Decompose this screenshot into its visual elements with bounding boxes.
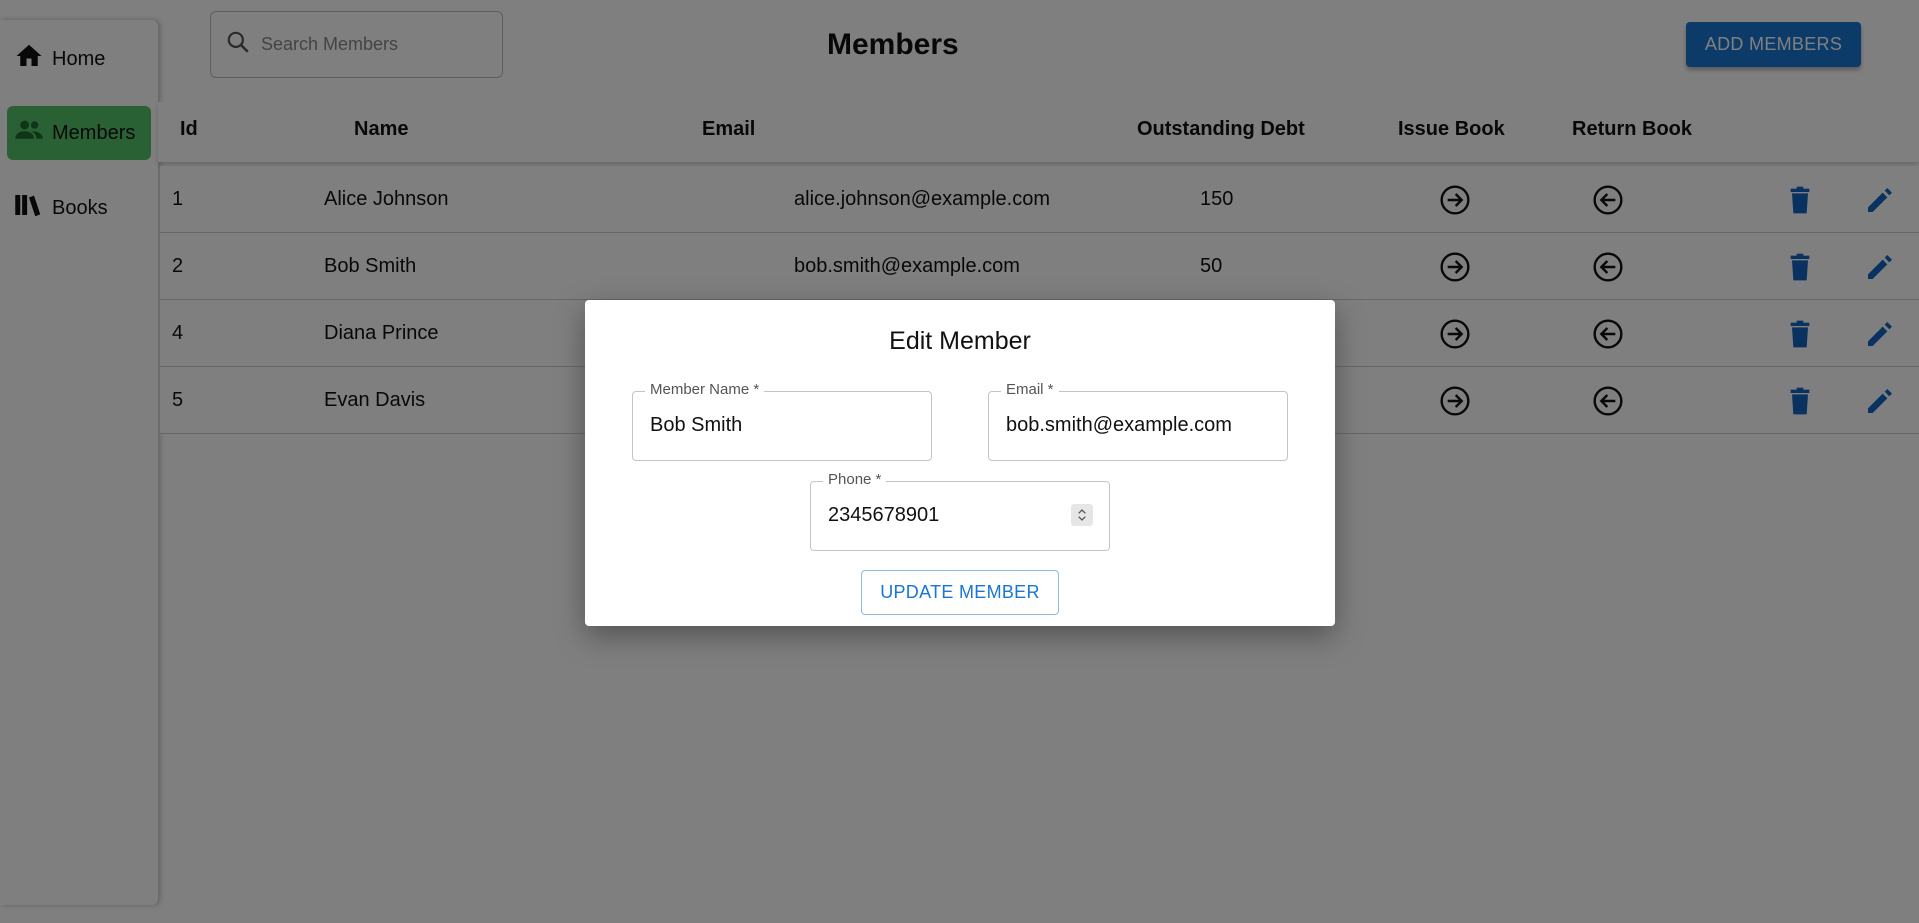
member-name-input[interactable]: [650, 414, 890, 437]
email-field[interactable]: Email *: [988, 381, 1288, 461]
email-label: Email *: [1001, 381, 1059, 398]
phone-field[interactable]: Phone *: [810, 471, 1110, 551]
member-name-field[interactable]: Member Name *: [632, 381, 932, 461]
number-spinner-icon[interactable]: [1071, 504, 1093, 526]
phone-label: Phone *: [823, 471, 887, 488]
phone-input[interactable]: [828, 504, 1068, 527]
email-input[interactable]: [1006, 414, 1246, 437]
update-member-button[interactable]: UPDATE MEMBER: [861, 570, 1059, 615]
member-name-label: Member Name *: [645, 381, 765, 398]
dialog-title: Edit Member: [889, 327, 1031, 355]
edit-member-dialog: Edit Member Member Name * Email * Phone …: [585, 300, 1335, 626]
